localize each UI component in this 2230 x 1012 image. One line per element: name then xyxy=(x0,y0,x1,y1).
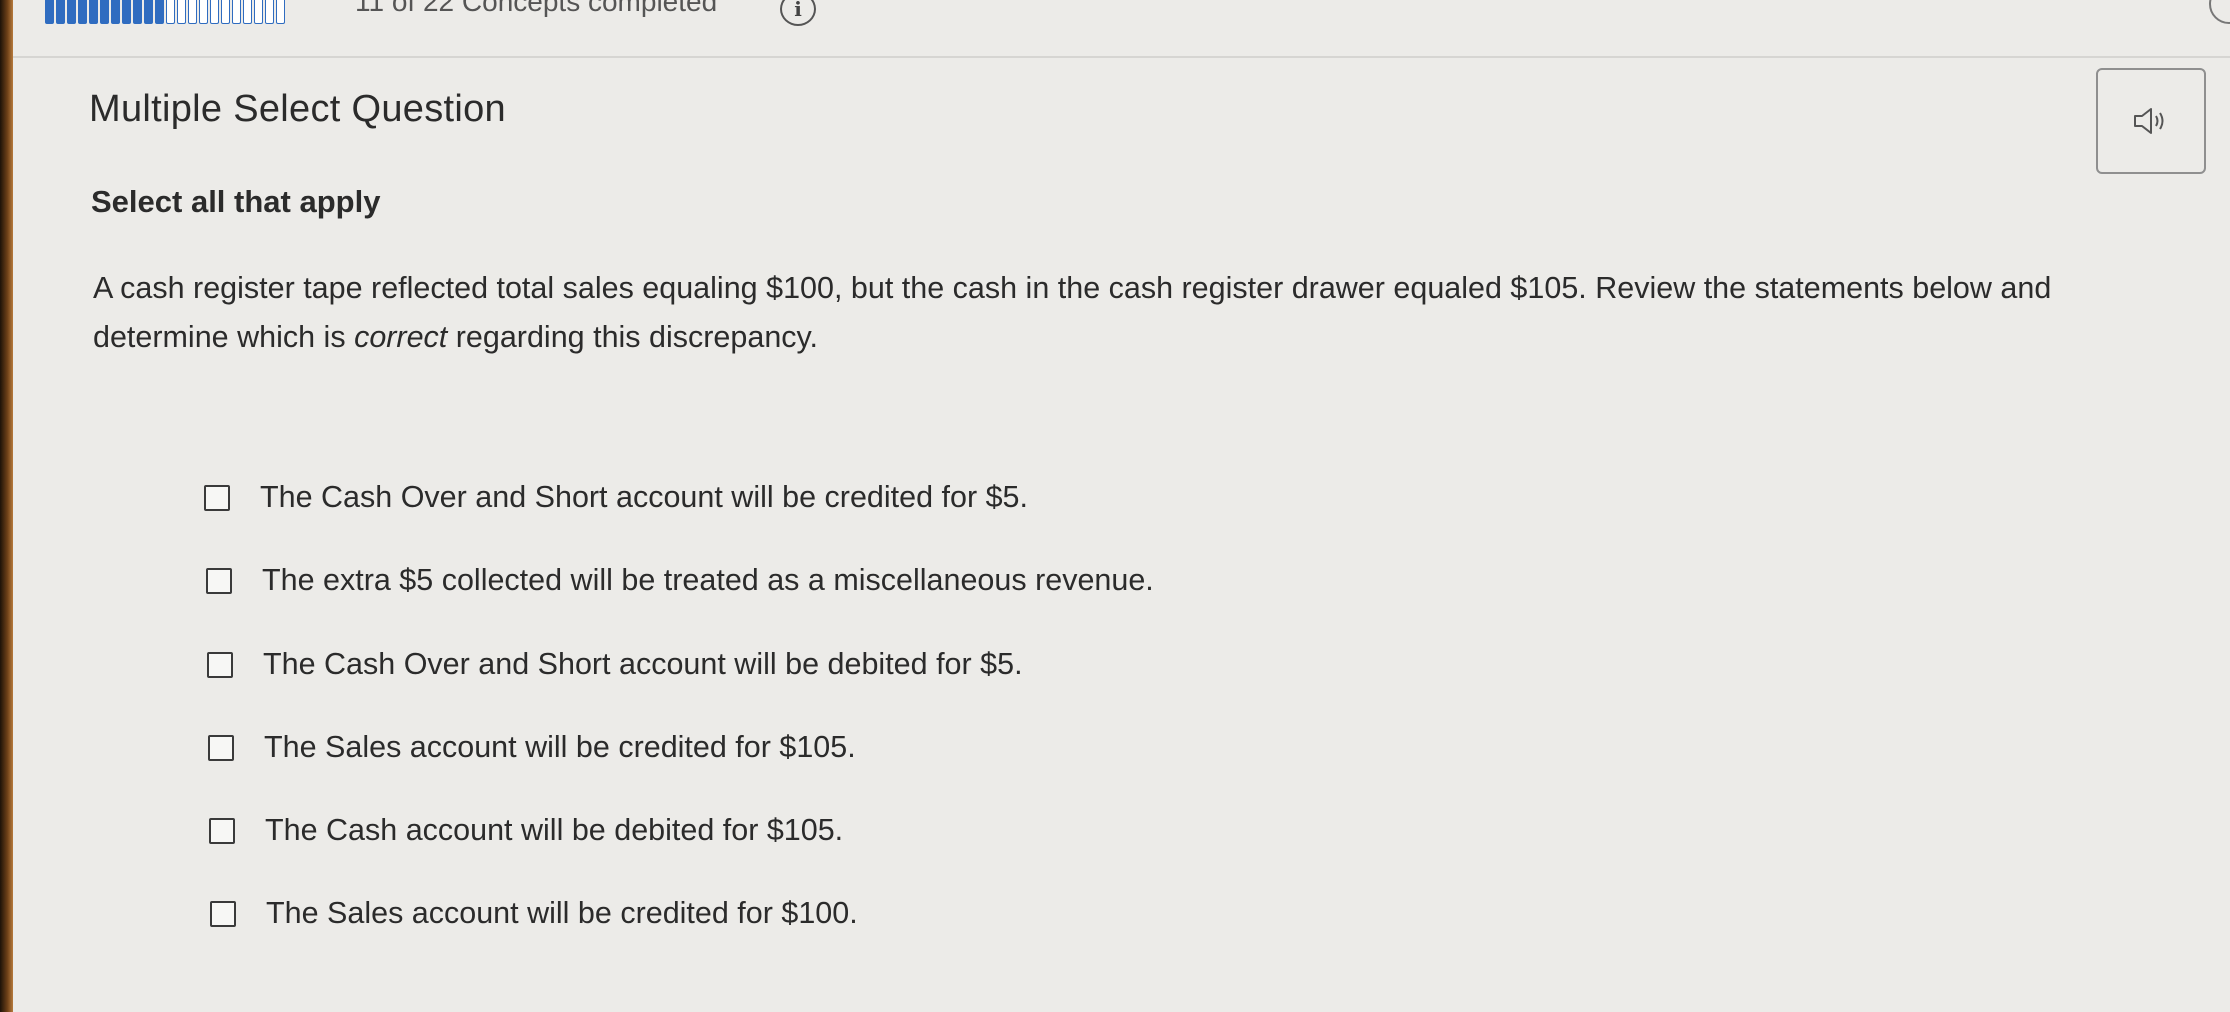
question-prompt: A cash register tape reflected total sal… xyxy=(93,264,2183,362)
progress-segment-completed xyxy=(122,0,131,24)
answer-option-label: The Cash account will be debited for $10… xyxy=(265,813,844,847)
progress-segment-completed xyxy=(100,0,109,24)
progress-segment-completed xyxy=(144,0,153,24)
progress-segment-completed xyxy=(56,0,65,24)
progress-segment-remaining xyxy=(199,0,208,24)
instruction-text: Select all that apply xyxy=(91,184,381,219)
info-icon[interactable]: i xyxy=(780,0,816,26)
answer-option[interactable]: The Cash Over and Short account will be … xyxy=(207,647,1023,682)
progress-segment-completed xyxy=(67,0,76,24)
answer-checkbox[interactable] xyxy=(209,817,235,844)
progress-segment-completed xyxy=(111,0,120,24)
answer-checkbox[interactable] xyxy=(206,567,232,594)
answer-option-label: The Sales account will be credited for $… xyxy=(264,730,856,764)
progress-segment-remaining xyxy=(166,0,175,24)
answer-checkbox[interactable] xyxy=(207,651,233,678)
answer-option[interactable]: The Cash Over and Short account will be … xyxy=(204,480,1028,515)
progress-segment-remaining xyxy=(243,0,252,24)
progress-segment-remaining xyxy=(232,0,241,24)
progress-segment-remaining xyxy=(254,0,263,24)
answer-checkbox[interactable] xyxy=(204,484,230,511)
progress-segment-remaining xyxy=(276,0,285,24)
prompt-text-after: regarding this discrepancy. xyxy=(447,320,818,354)
answer-option[interactable]: The extra $5 collected will be treated a… xyxy=(206,563,1154,598)
progress-segment-completed xyxy=(133,0,142,24)
concept-progress-bar xyxy=(45,0,287,26)
prompt-emphasis: correct xyxy=(354,320,448,354)
progress-segment-remaining xyxy=(177,0,186,24)
progress-segment-completed xyxy=(45,0,54,24)
answer-option-label: The Cash Over and Short account will be … xyxy=(263,647,1023,681)
question-type-heading: Multiple Select Question xyxy=(89,88,506,130)
speaker-icon xyxy=(2134,108,2164,134)
concepts-completed-label: 11 of 22 Concepts completed xyxy=(355,0,718,17)
progress-segment-completed xyxy=(89,0,98,24)
progress-segment-completed xyxy=(78,0,87,24)
answer-option[interactable]: The Sales account will be credited for $… xyxy=(208,730,856,765)
answer-option-label: The extra $5 collected will be treated a… xyxy=(262,563,1154,597)
progress-segment-remaining xyxy=(265,0,274,24)
progress-header: 11 of 22 Concepts completed i xyxy=(13,0,2230,58)
progress-segment-remaining xyxy=(188,0,197,24)
progress-segment-remaining xyxy=(210,0,219,24)
answer-checkbox[interactable] xyxy=(208,734,234,761)
answer-option[interactable]: The Cash account will be debited for $10… xyxy=(209,813,843,848)
screen-edge xyxy=(0,0,13,1012)
answer-option[interactable]: The Sales account will be credited for $… xyxy=(210,896,858,931)
read-aloud-button[interactable] xyxy=(2096,68,2206,174)
answer-option-label: The Cash Over and Short account will be … xyxy=(260,480,1028,514)
answer-option-label: The Sales account will be credited for $… xyxy=(266,896,858,930)
progress-segment-remaining xyxy=(221,0,230,24)
check-circle-icon[interactable] xyxy=(2209,0,2230,24)
progress-segment-completed xyxy=(155,0,164,24)
answer-checkbox[interactable] xyxy=(210,900,236,927)
